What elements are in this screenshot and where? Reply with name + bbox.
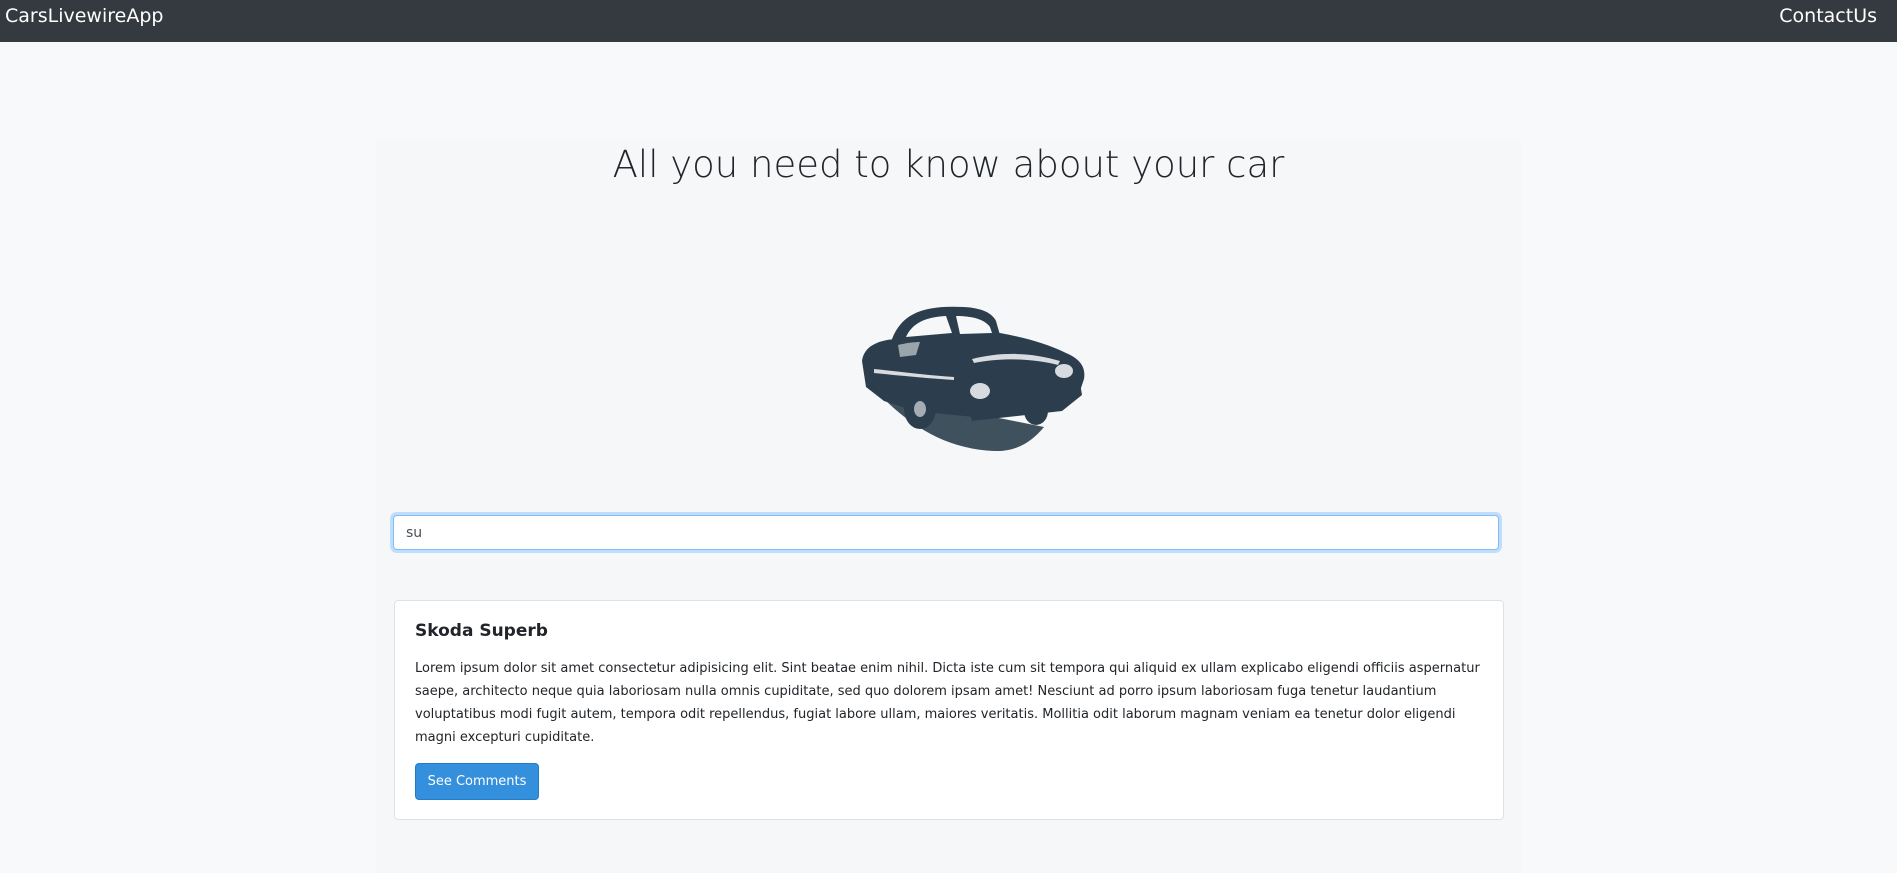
top-navbar: CarsLivewireApp ContactUs [0,0,1897,42]
page-title: All you need to know about your car [612,143,1285,186]
main-container: All you need to know about your car su S… [376,42,1521,873]
contact-us-link[interactable]: ContactUs [1779,5,1877,27]
result-card: Skoda Superb Lorem ipsum dolor sit amet … [394,600,1504,820]
search-input[interactable] [393,515,1499,550]
result-title: Skoda Superb [415,621,548,641]
result-description: Lorem ipsum dolor sit amet consectetur a… [415,661,1480,745]
brand-link[interactable]: CarsLivewireApp [5,5,163,27]
classic-car-illustration [862,306,1085,452]
see-comments-button[interactable]: See Comments [415,763,539,800]
